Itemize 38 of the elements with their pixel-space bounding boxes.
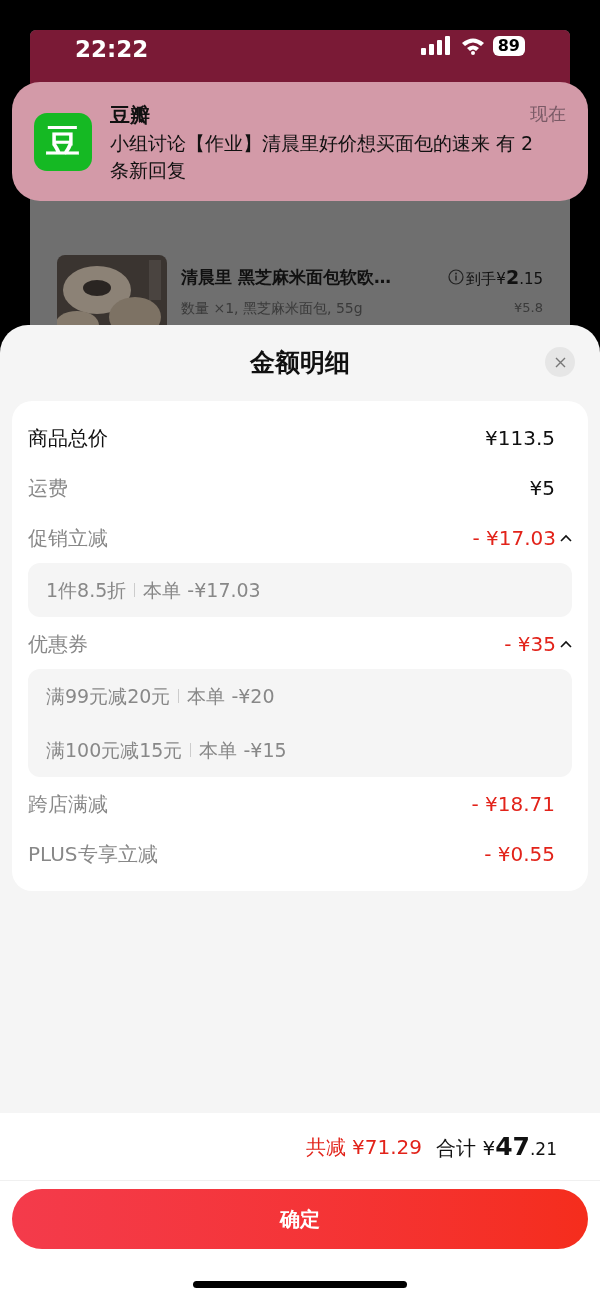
chevron-up-icon[interactable] <box>560 534 572 542</box>
row-amount: - ¥18.71 <box>471 791 555 818</box>
row-amount: ¥5 <box>529 475 555 502</box>
row-label: 跨店满减 <box>28 791 108 818</box>
detail-amount: 本单 -¥17.03 <box>143 577 261 603</box>
app-icon: 豆 <box>34 112 92 171</box>
wifi-icon <box>460 37 485 55</box>
confirm-button[interactable]: 确定 <box>12 1189 588 1249</box>
product-title: 清晨里 黑芝麻米面包软欧… <box>181 265 391 289</box>
detail-amount: 本单 -¥15 <box>199 737 287 763</box>
battery-indicator: 89 <box>492 36 525 56</box>
notification-app-name: 豆瓣 <box>110 101 150 129</box>
detail-name: 满100元减15元 <box>46 737 183 763</box>
total-amount: 合计 ¥47.21 <box>436 1130 557 1163</box>
notification-time: 现在 <box>530 101 566 126</box>
close-icon <box>554 356 566 368</box>
signal-icon <box>420 36 453 56</box>
detail-name: 满99元减20元 <box>46 683 171 709</box>
row-label: 优惠券 <box>28 631 88 658</box>
row-label: 促销立减 <box>28 525 108 552</box>
notification-banner[interactable]: 豆 豆瓣 现在 小组讨论【作业】清晨里好价想买面包的速来 有 2 条新回复 <box>12 82 588 201</box>
saved-amount: 共减 ¥71.29 <box>305 1133 423 1161</box>
row-label: 运费 <box>28 475 68 502</box>
row-amount: - ¥0.55 <box>484 841 555 868</box>
detail-name: 1件8.5折 <box>46 577 127 603</box>
row-amount: - ¥35 <box>504 631 556 658</box>
close-button[interactable] <box>545 347 575 377</box>
sheet-title: 金额明细 <box>250 347 350 380</box>
row-amount: ¥113.5 <box>485 425 555 452</box>
row-label: 商品总价 <box>28 425 108 452</box>
status-time: 22:22 <box>75 35 149 64</box>
chevron-up-icon[interactable] <box>560 640 572 648</box>
info-icon <box>448 269 465 286</box>
row-amount: - ¥17.03 <box>472 525 556 552</box>
row-label: PLUS专享立减 <box>28 841 158 868</box>
notification-message: 小组讨论【作业】清晨里好价想买面包的速来 有 2 条新回复 <box>110 130 535 183</box>
final-price: 到手¥2.15 <box>466 265 543 290</box>
detail-amount: 本单 -¥20 <box>187 683 275 709</box>
